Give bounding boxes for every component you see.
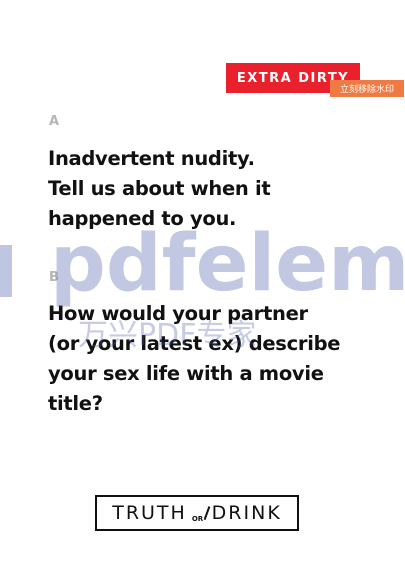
watermark-logo-bar (0, 245, 12, 297)
logo-word-drink: DRINK (211, 502, 282, 524)
logo-word-or: OR (191, 515, 204, 523)
question-b-letter: B (49, 270, 59, 285)
question-b-line: (or your latest ex) describe (48, 332, 341, 355)
question-a-line: Inadvertent nudity. (48, 147, 255, 170)
remove-watermark-button[interactable]: 立刻移除水印 (330, 80, 404, 97)
logo-slash-mark (203, 506, 211, 520)
question-a-letter: A (49, 114, 60, 129)
question-a-text: Inadvertent nudity. Tell us about when i… (48, 144, 388, 234)
question-b-line: How would your partner (48, 302, 308, 325)
question-b-line: your sex life with a movie (48, 362, 324, 385)
question-a-line: Tell us about when it (48, 177, 271, 200)
question-a-line: happened to you. (48, 207, 237, 230)
logo-word-truth: TRUTH (112, 502, 187, 524)
truth-or-drink-logo: TRUTH OR DRINK (95, 495, 299, 531)
question-b-text: How would your partner (or your latest e… (48, 299, 388, 419)
question-b-line: title? (48, 392, 103, 415)
